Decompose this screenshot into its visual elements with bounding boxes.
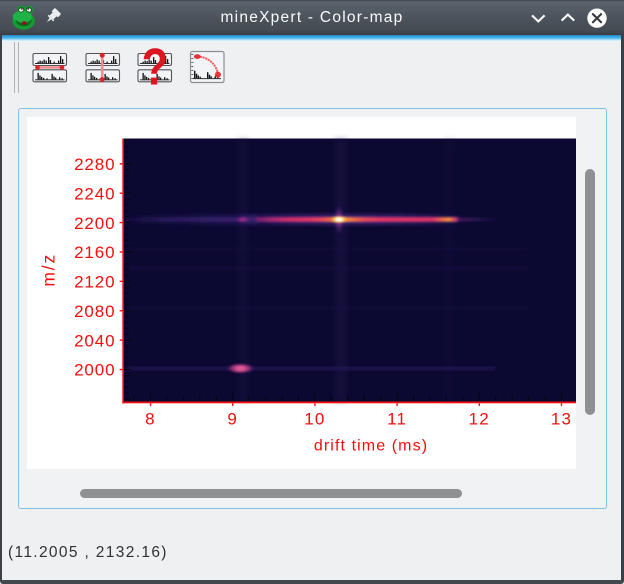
svg-text:drift time (ms): drift time (ms) xyxy=(314,438,428,455)
svg-text:11: 11 xyxy=(387,409,407,428)
svg-text:2200: 2200 xyxy=(74,214,115,233)
svg-text:2080: 2080 xyxy=(74,302,115,321)
svg-text:?: ? xyxy=(142,41,169,96)
svg-text:2240: 2240 xyxy=(74,184,115,203)
svg-text:9: 9 xyxy=(227,409,238,428)
svg-text:2000: 2000 xyxy=(74,361,115,380)
svg-text:13: 13 xyxy=(551,409,572,428)
svg-text:2040: 2040 xyxy=(74,331,115,350)
svg-text:8: 8 xyxy=(145,409,156,428)
svg-text:2280: 2280 xyxy=(74,155,115,174)
svg-text:12: 12 xyxy=(469,409,490,428)
svg-text:m/z: m/z xyxy=(39,253,59,287)
svg-text:2120: 2120 xyxy=(74,273,115,292)
svg-text:2160: 2160 xyxy=(74,243,115,262)
svg-text:10: 10 xyxy=(304,409,325,428)
